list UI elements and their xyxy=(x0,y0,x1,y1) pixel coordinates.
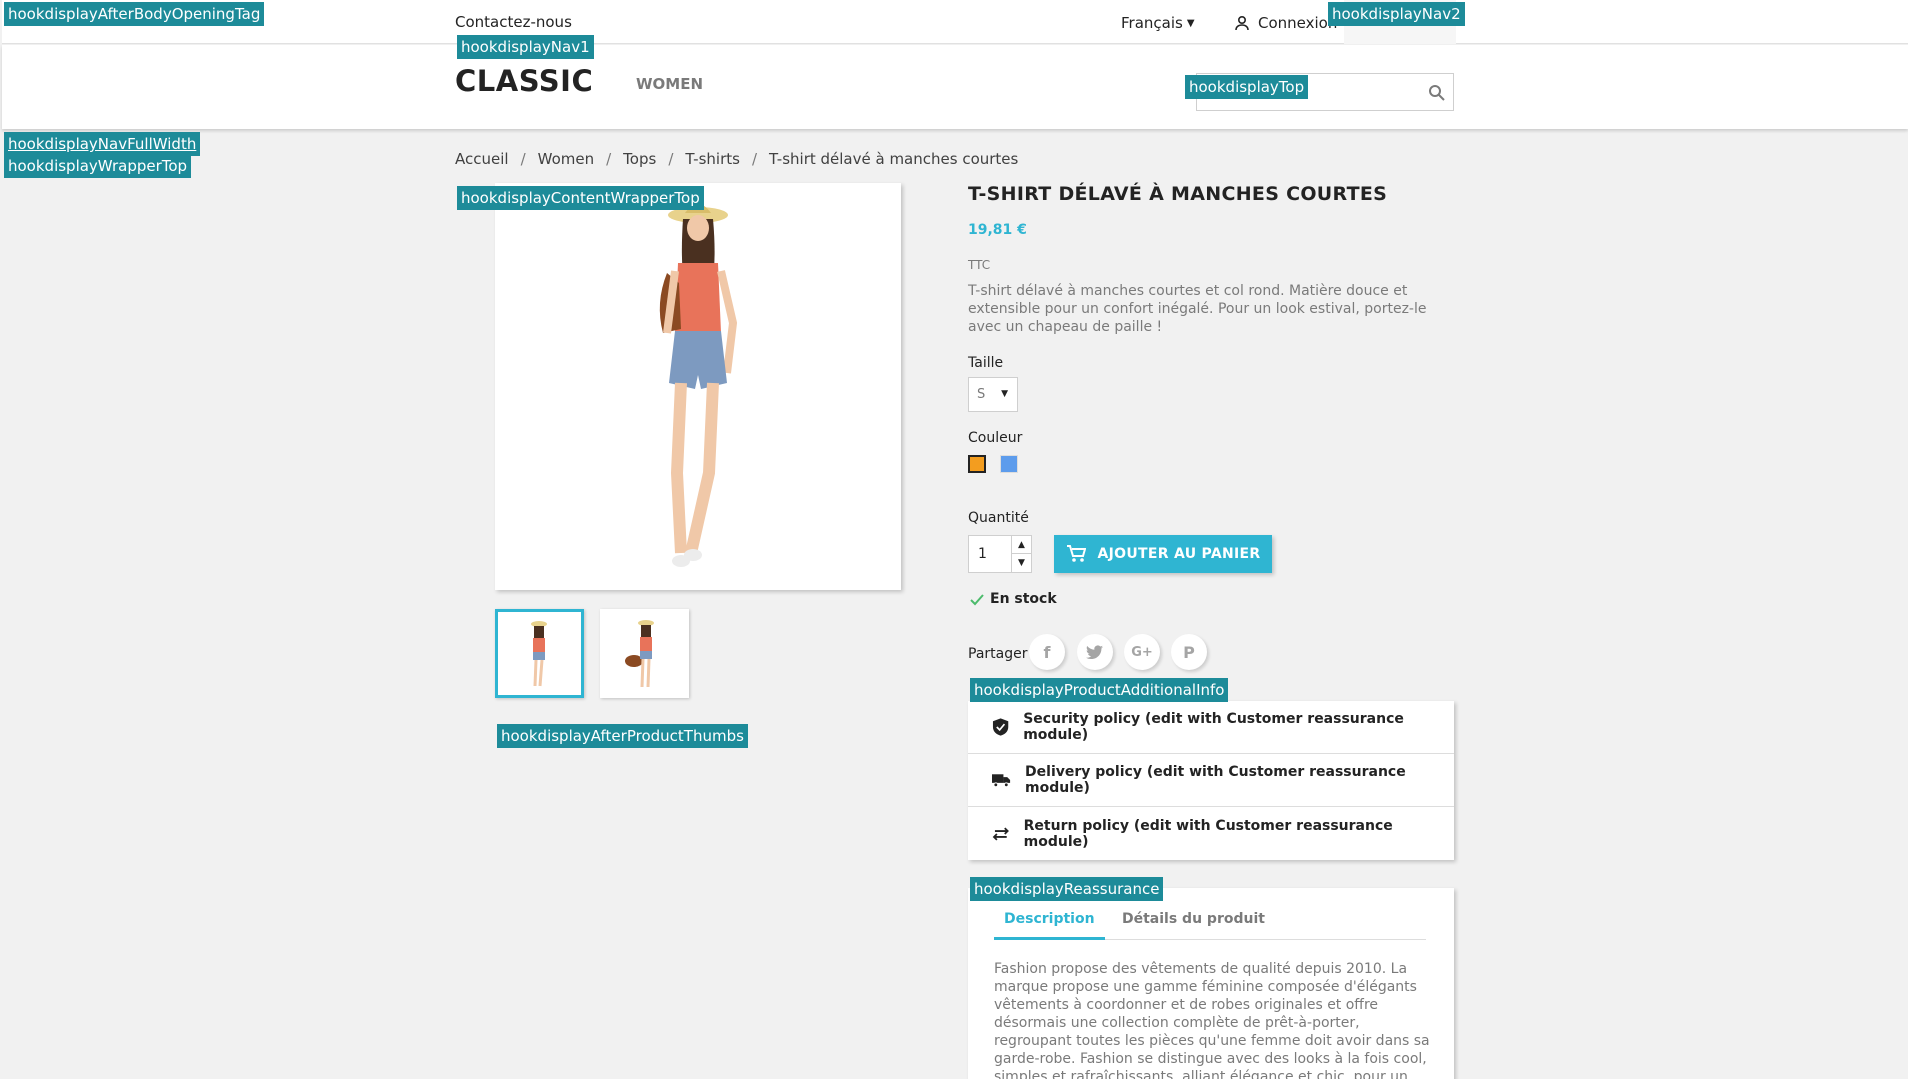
reassurance-label: Delivery policy (edit with Customer reas… xyxy=(1025,764,1406,796)
logo[interactable]: CLASSIC xyxy=(455,64,593,98)
twitter-bird-glyph xyxy=(1086,644,1103,659)
product-title: T-SHIRT DÉLAVÉ À MANCHES COURTES xyxy=(968,183,1388,205)
cart-icon xyxy=(1066,545,1086,562)
breadcrumb-separator: / xyxy=(520,150,526,168)
breadcrumb-tshirts[interactable]: T-shirts xyxy=(685,150,740,168)
tab-nav: Description Détails du produit xyxy=(994,908,1426,940)
breadcrumb-tops[interactable]: Tops xyxy=(623,150,656,168)
size-select[interactable]: S ▼ xyxy=(968,377,1018,412)
search-icon[interactable] xyxy=(1428,84,1445,101)
caret-down-icon: ▼ xyxy=(1001,389,1008,399)
quantity-down-button[interactable]: ▼ xyxy=(1011,554,1031,572)
language-label: Français xyxy=(1121,14,1183,32)
header: CLASSIC WOMEN xyxy=(2,45,1908,129)
pinterest-icon[interactable]: P xyxy=(1171,634,1207,670)
breadcrumb-separator: / xyxy=(751,150,757,168)
reassurance-delivery: Delivery policy (edit with Customer reas… xyxy=(968,754,1454,807)
breadcrumb-current: T-shirt délavé à manches courtes xyxy=(769,150,1019,168)
tax-label: TTC xyxy=(968,258,991,272)
product-thumbnail-2[interactable] xyxy=(600,609,689,698)
share-label: Partager xyxy=(968,646,1028,662)
breadcrumb-separator: / xyxy=(606,150,612,168)
swap-arrows-icon xyxy=(992,826,1009,841)
user-icon xyxy=(1235,15,1249,31)
product-short-description: T-shirt délavé à manches courtes et col … xyxy=(968,283,1427,335)
hook-after-body: hookdisplayAfterBodyOpeningTag xyxy=(4,2,265,26)
login-link[interactable]: Connexion xyxy=(1234,14,1337,32)
color-swatch-blue[interactable] xyxy=(1000,455,1018,473)
size-value: S xyxy=(977,387,986,402)
hook-after-product-thumbs: hookdisplayAfterProductThumbs xyxy=(497,724,748,748)
hook-content-wrapper-top: hookdisplayContentWrapperTop xyxy=(457,186,704,210)
add-to-cart-button[interactable]: AJOUTER AU PANIER xyxy=(1054,535,1272,573)
breadcrumb-women[interactable]: Women xyxy=(538,150,594,168)
product-tabs: Description Détails du produit Fashion p… xyxy=(968,888,1454,1079)
top-nav: Contactez-nous Français ▼ Connexion xyxy=(2,0,1908,44)
facebook-icon[interactable]: f xyxy=(1029,634,1065,670)
stock-status: En stock xyxy=(970,591,1057,607)
hook-nav-full-width: hookdisplayNavFullWidth xyxy=(4,132,201,156)
login-label: Connexion xyxy=(1258,14,1338,32)
hook-product-additional-info: hookdisplayProductAdditionalInfo xyxy=(970,678,1229,702)
hook-reassurance: hookdisplayReassurance xyxy=(970,877,1164,901)
check-icon xyxy=(970,594,984,606)
contact-link[interactable]: Contactez-nous xyxy=(455,13,572,31)
reassurance-return: Return policy (edit with Customer reassu… xyxy=(968,807,1454,860)
thumbnail-photo xyxy=(625,620,654,688)
quantity-stepper[interactable]: 1 ▲ ▼ xyxy=(968,535,1032,573)
add-to-cart-label: AJOUTER AU PANIER xyxy=(1097,546,1261,562)
reassurance-label: Return policy (edit with Customer reassu… xyxy=(1023,817,1393,850)
truck-icon xyxy=(992,774,1011,788)
product-cover-image[interactable] xyxy=(495,183,901,590)
breadcrumb-home[interactable]: Accueil xyxy=(455,150,509,168)
caret-down-icon: ▼ xyxy=(1186,18,1195,29)
tab-description[interactable]: Description xyxy=(994,908,1105,940)
tab-product-details[interactable]: Détails du produit xyxy=(1112,908,1275,940)
tab-description-content: Fashion propose des vêtements de qualité… xyxy=(994,961,1430,1079)
product-photo xyxy=(659,204,738,567)
hook-wrapper-top: hookdisplayWrapperTop xyxy=(4,154,192,178)
quantity-up-button[interactable]: ▲ xyxy=(1011,536,1031,554)
hook-nav2: hookdisplayNav2 xyxy=(1328,2,1465,26)
stock-label: En stock xyxy=(990,591,1057,607)
menu-item-women[interactable]: WOMEN xyxy=(636,75,703,93)
shield-icon xyxy=(992,718,1009,736)
product-price: 19,81 € xyxy=(968,222,1027,238)
quantity-value[interactable]: 1 xyxy=(978,546,987,562)
reassurance-security: Security policy (edit with Customer reas… xyxy=(968,701,1454,754)
color-label: Couleur xyxy=(968,430,1023,446)
thumbnail-photo xyxy=(531,621,547,687)
reassurance-label: Security policy (edit with Customer reas… xyxy=(1023,711,1404,743)
twitter-icon[interactable] xyxy=(1077,634,1113,670)
breadcrumb: Accueil / Women / Tops / T-shirts / T-shirt … xyxy=(455,150,1018,168)
quantity-label: Quantité xyxy=(968,510,1029,526)
size-label: Taille xyxy=(968,355,1004,371)
breadcrumb-separator: / xyxy=(668,150,674,168)
google-plus-icon[interactable]: G+ xyxy=(1124,634,1160,670)
product-thumbnail-1[interactable] xyxy=(495,609,584,698)
language-selector[interactable]: Français ▼ xyxy=(1121,14,1195,32)
hook-top: hookdisplayTop xyxy=(1185,75,1309,99)
color-swatch-orange[interactable] xyxy=(968,455,986,473)
hook-nav1: hookdisplayNav1 xyxy=(457,35,594,59)
reassurance-block: Security policy (edit with Customer reas… xyxy=(968,701,1454,860)
